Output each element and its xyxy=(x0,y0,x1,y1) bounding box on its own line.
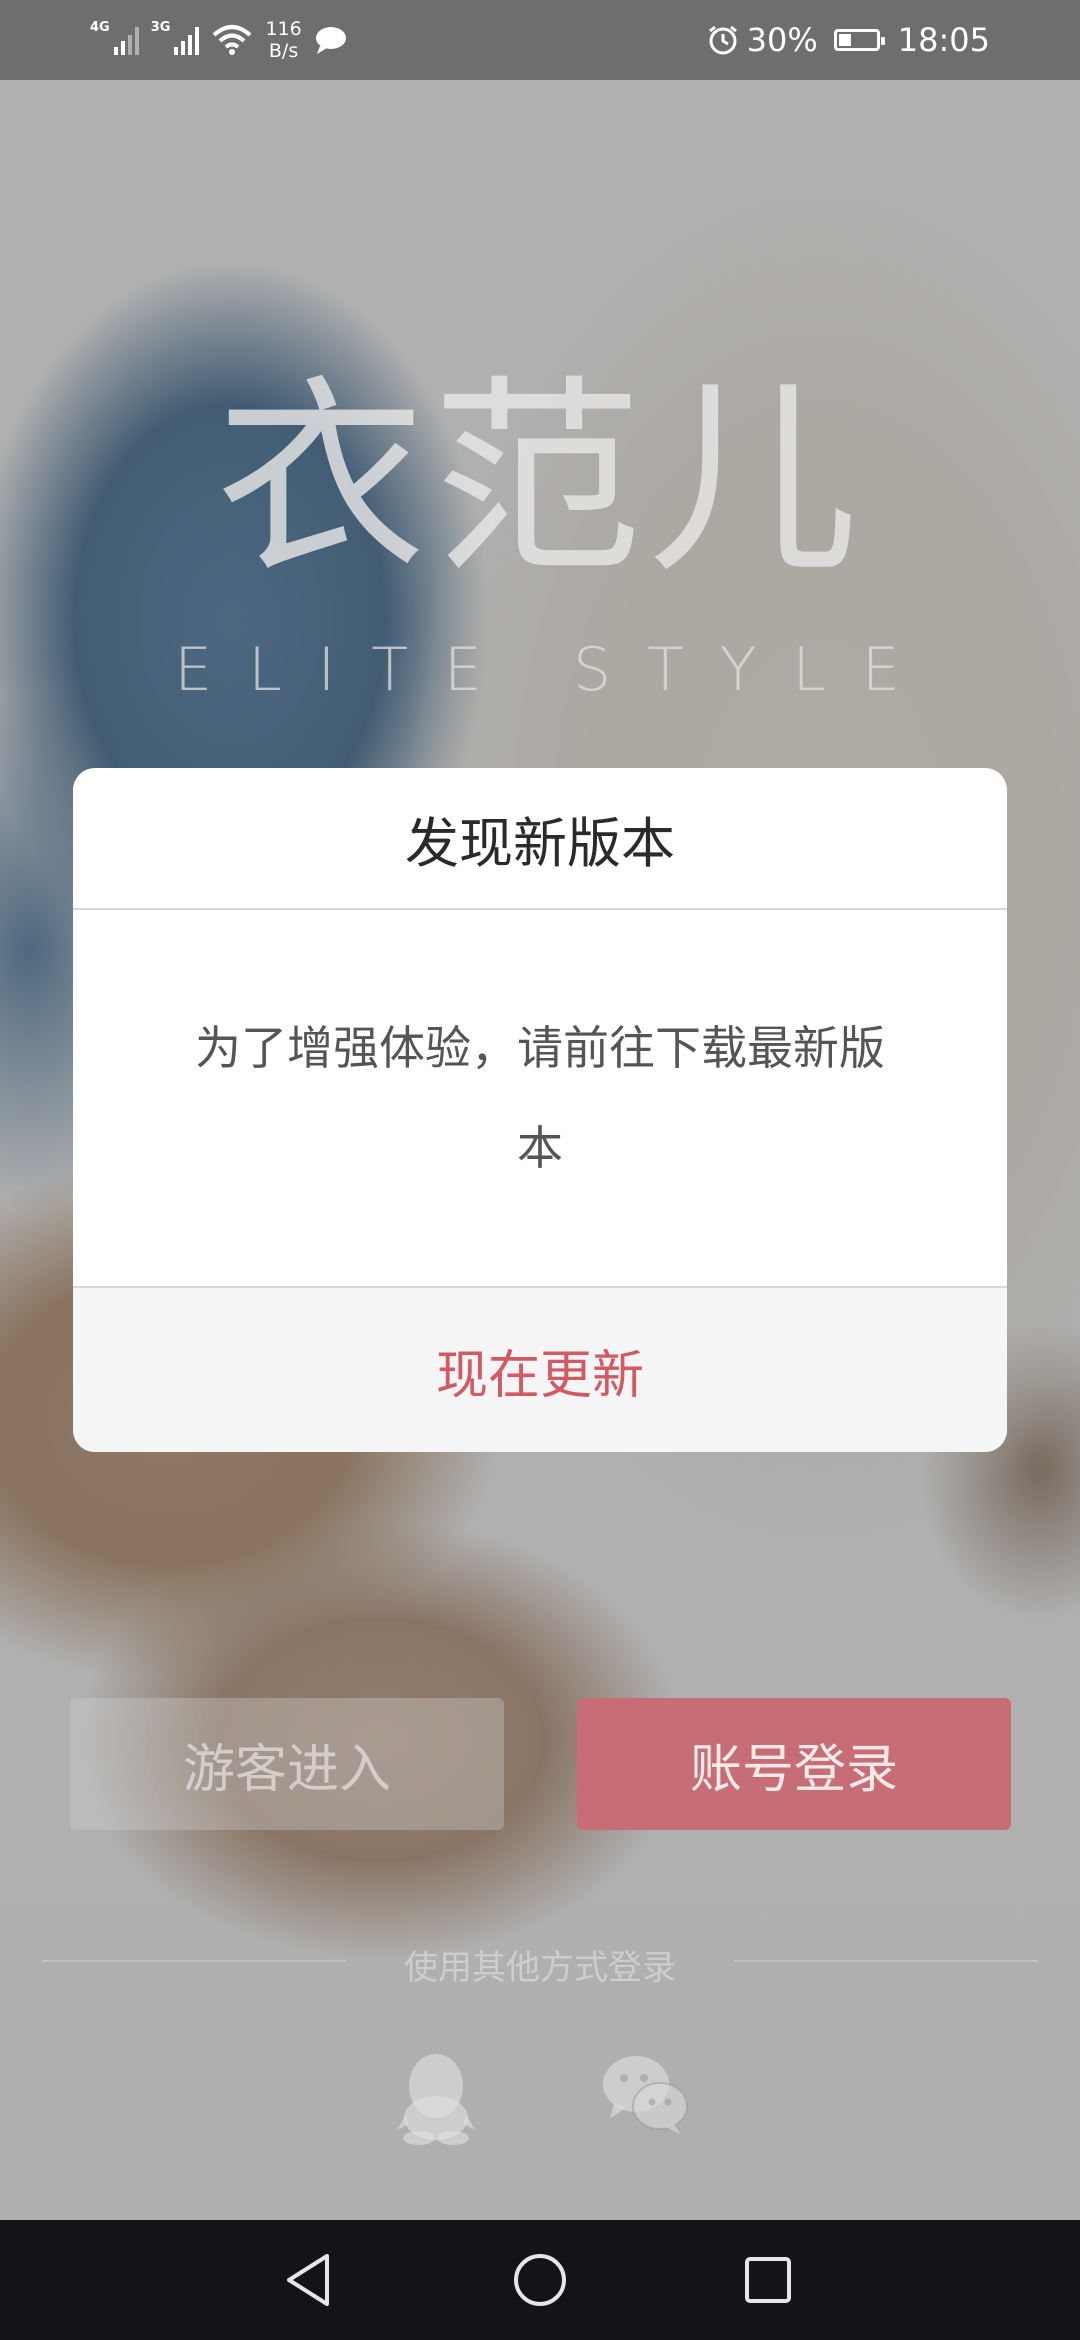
status-right: 30% 18:05 xyxy=(707,12,990,68)
nav-back-button[interactable] xyxy=(278,2250,338,2310)
app-logo-subtitle: ELITE STYLE xyxy=(174,635,936,705)
back-icon xyxy=(287,2254,329,2306)
recent-apps-icon xyxy=(745,2257,791,2303)
wechat-login-button[interactable] xyxy=(600,2050,690,2136)
nav-recent-button[interactable] xyxy=(738,2250,798,2310)
signal-icon xyxy=(174,25,200,55)
update-dialog: 发现新版本 为了增强体验，请前往下载最新版本 现在更新 xyxy=(73,768,1007,1452)
battery-charging-icon xyxy=(833,29,885,51)
app-screen: 4G 3G 116 B/s 30% 18:05 衣范儿 ELITE STYLE … xyxy=(0,0,1080,2340)
network-speed: 116 B/s xyxy=(265,18,301,62)
other-login-label: 使用其他方式登录 xyxy=(404,1948,676,1988)
network-type-1: 4G xyxy=(90,20,110,35)
update-now-button[interactable]: 现在更新 xyxy=(73,1286,1007,1452)
status-left: 4G 3G 116 B/s xyxy=(90,12,348,68)
battery-percent: 30% xyxy=(746,21,818,59)
signal-icon xyxy=(113,25,139,55)
guest-login-button[interactable]: 游客进入 xyxy=(70,1698,504,1830)
clock-time: 18:05 xyxy=(897,21,990,59)
app-logo: 衣范儿 xyxy=(215,357,864,602)
qq-icon xyxy=(397,2054,475,2145)
dialog-message: 为了增强体验，请前往下载最新版本 xyxy=(195,1021,885,1175)
dialog-title: 发现新版本 xyxy=(73,768,1007,910)
alarm-icon xyxy=(708,25,737,55)
wechat-icon xyxy=(603,2056,688,2134)
account-login-button[interactable]: 账号登录 xyxy=(577,1698,1011,1830)
system-nav-bar xyxy=(0,2220,1080,2340)
qq-login-button[interactable] xyxy=(395,2050,477,2146)
message-icon xyxy=(315,27,346,54)
nav-home-button[interactable] xyxy=(510,2250,570,2310)
home-icon xyxy=(514,2254,566,2306)
network-type-2: 3G xyxy=(150,20,171,35)
status-bar: 4G 3G 116 B/s 30% 18:05 xyxy=(0,0,1080,80)
speed-unit: B/s xyxy=(268,40,299,62)
speed-value: 116 xyxy=(265,18,302,40)
wifi-icon xyxy=(213,25,252,55)
